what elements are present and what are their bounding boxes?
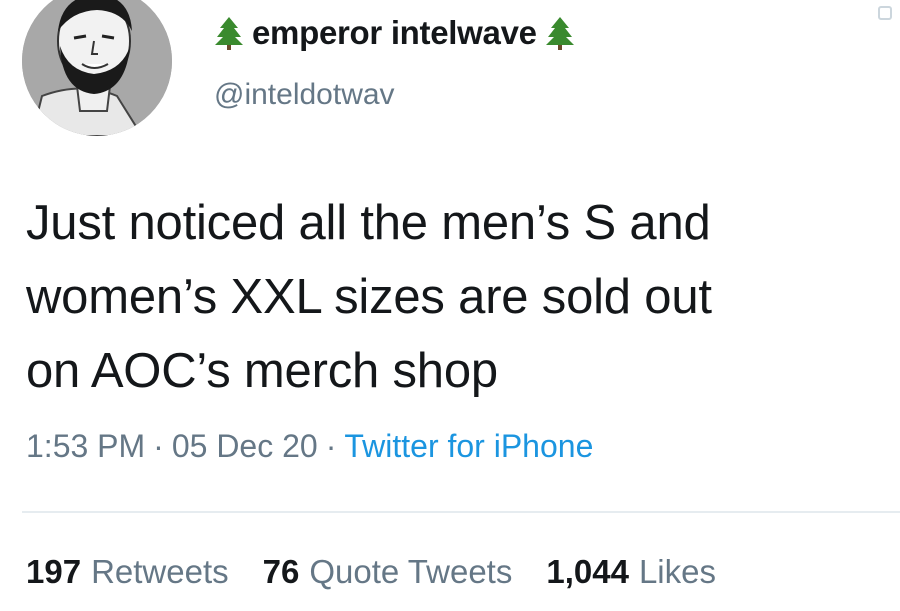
likes-label: Likes <box>638 553 716 590</box>
more-options-icon[interactable] <box>878 6 892 20</box>
tweet-text: Just noticed all the men’s S and women’s… <box>26 196 712 398</box>
tweet-meta: 1:53 PM · 05 Dec 20 · Twitter for iPhone <box>26 428 593 465</box>
evergreen-tree-icon <box>545 16 575 50</box>
likes-stat[interactable]: 1,044 Likes <box>546 553 716 591</box>
tweet-time[interactable]: 1:53 PM <box>26 428 145 465</box>
tweet-stats: 197 Retweets 76 Quote Tweets 1,044 Likes <box>26 553 750 591</box>
likes-count: 1,044 <box>546 553 629 590</box>
quote-tweets-count: 76 <box>262 553 300 590</box>
tweet-card: emperor intelwave @inteldotwav Just noti… <box>0 0 900 611</box>
bearded-man-avatar-icon <box>22 0 172 136</box>
meta-separator: · <box>153 428 164 464</box>
meta-separator: · <box>325 428 337 464</box>
quote-tweets-label: Quote Tweets <box>309 553 513 590</box>
quote-tweets-stat[interactable]: 76 Quote Tweets <box>263 553 513 591</box>
author-name-row[interactable]: emperor intelwave <box>214 12 575 54</box>
divider <box>22 511 900 513</box>
retweets-stat[interactable]: 197 Retweets <box>26 553 229 591</box>
retweets-count: 197 <box>26 553 82 590</box>
author-handle[interactable]: @inteldotwav <box>214 78 395 112</box>
avatar[interactable] <box>22 0 172 136</box>
tweet-date[interactable]: 05 Dec 20 <box>172 428 318 465</box>
author-display-name[interactable]: emperor intelwave <box>252 14 537 52</box>
retweets-label: Retweets <box>91 553 229 590</box>
evergreen-tree-icon <box>214 16 244 50</box>
tweet-source-link[interactable]: Twitter for iPhone <box>344 428 593 465</box>
